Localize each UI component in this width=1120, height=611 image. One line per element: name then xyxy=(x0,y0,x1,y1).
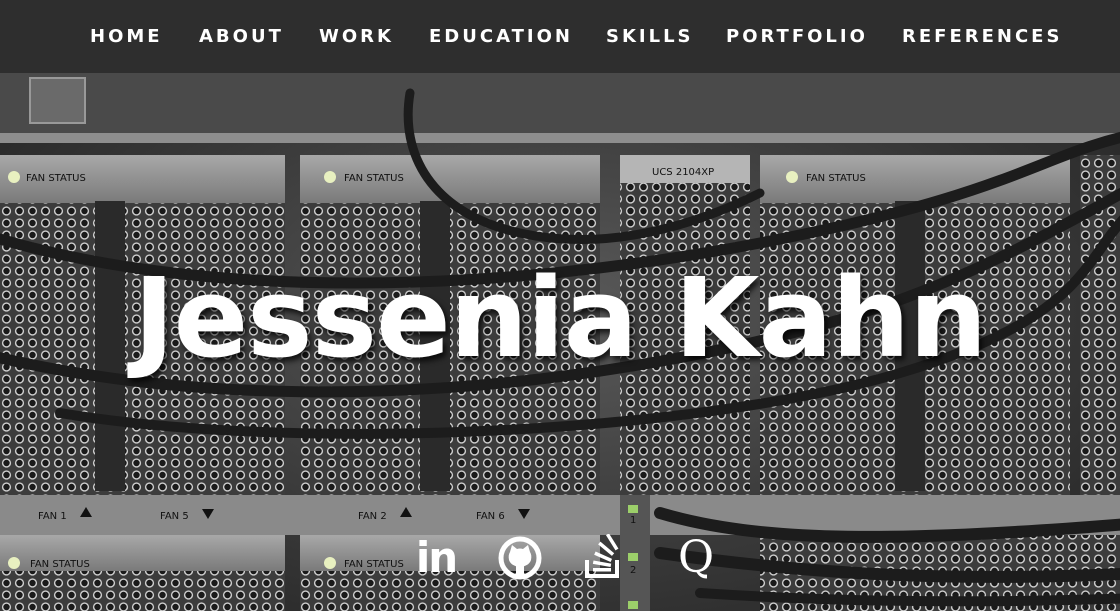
label-port-1: 1 xyxy=(630,515,636,526)
label-fan-status-2: FAN STATUS xyxy=(344,173,404,184)
nav-work[interactable]: WORK xyxy=(319,26,394,48)
nav-about[interactable]: ABOUT xyxy=(199,26,284,48)
nav-references[interactable]: REFERENCES xyxy=(902,26,1062,48)
nav-skills[interactable]: SKILLS xyxy=(606,26,694,48)
quora-icon[interactable]: Q xyxy=(672,534,720,582)
label-fan-status-1: FAN STATUS xyxy=(26,173,86,184)
label-port-2: 2 xyxy=(630,565,636,576)
top-navigation: HOME ABOUT WORK EDUCATION SKILLS PORTFOL… xyxy=(0,0,1120,73)
label-chassis: UCS 2104XP xyxy=(652,167,714,178)
label-fan2: FAN 2 xyxy=(358,511,387,522)
label-fan1: FAN 1 xyxy=(38,511,67,522)
nav-home[interactable]: HOME xyxy=(90,26,163,48)
nav-education[interactable]: EDUCATION xyxy=(429,26,573,48)
label-fan-status-4: FAN STATUS xyxy=(30,559,90,570)
github-icon[interactable] xyxy=(496,534,544,582)
label-fan5: FAN 5 xyxy=(160,511,189,522)
hero-section: FAN STATUS FAN STATUS UCS 2104XP FAN STA… xyxy=(0,73,1120,611)
hero-name: Jessenia Kahn xyxy=(133,254,988,382)
stackoverflow-icon[interactable] xyxy=(581,534,629,582)
label-fan6: FAN 6 xyxy=(476,511,505,522)
label-fan-status-5: FAN STATUS xyxy=(344,559,404,570)
label-fan-status-3: FAN STATUS xyxy=(806,173,866,184)
linkedin-icon[interactable]: in xyxy=(412,534,460,582)
nav-portfolio[interactable]: PORTFOLIO xyxy=(726,26,868,48)
